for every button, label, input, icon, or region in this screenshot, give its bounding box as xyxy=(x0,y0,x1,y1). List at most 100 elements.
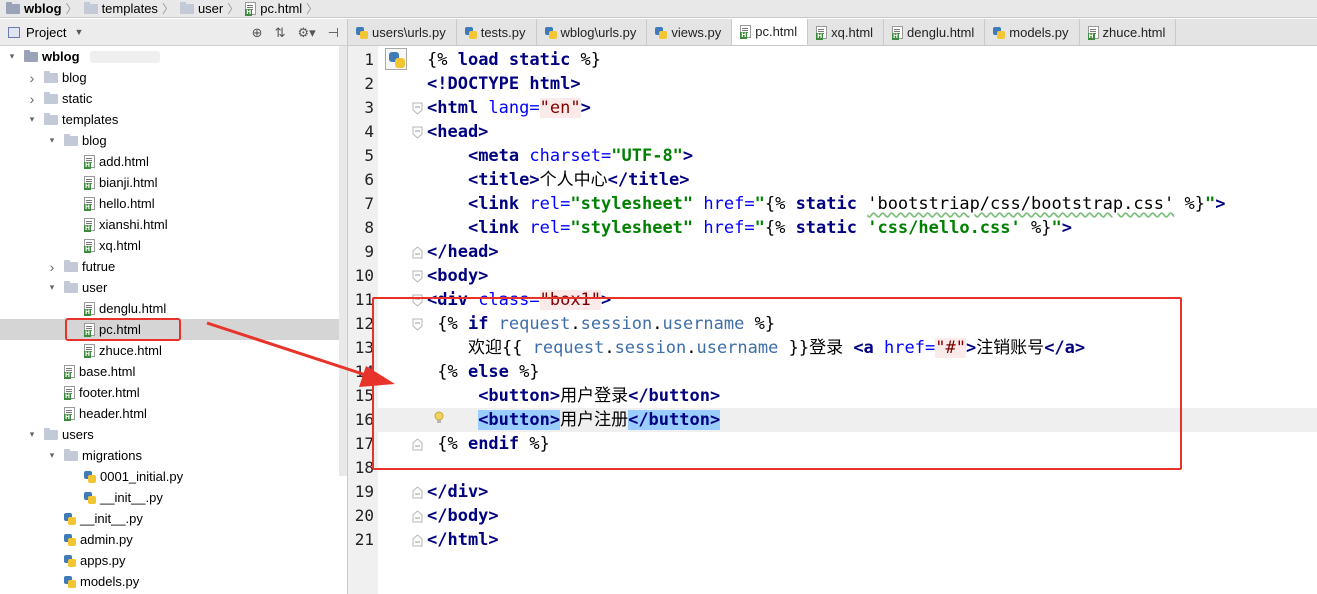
chevron-down-icon[interactable]: ▾ xyxy=(46,450,58,461)
code-token: "en" xyxy=(539,98,581,118)
tree-item[interactable]: zhuce.html xyxy=(0,340,347,361)
lightbulb-icon[interactable] xyxy=(434,411,444,425)
fold-open-icon[interactable] xyxy=(412,294,423,307)
editor-tab[interactable]: models.py xyxy=(985,19,1080,45)
tree-item[interactable]: ▾ wblog xyxy=(0,46,347,67)
tree-item[interactable]: models.py xyxy=(0,571,347,592)
fold-close-icon[interactable] xyxy=(412,438,423,451)
code-line[interactable]: 11 <div class="box1"> xyxy=(348,288,1317,312)
folder-icon xyxy=(179,1,194,14)
code-line[interactable]: 9 </head> xyxy=(348,240,1317,264)
code-line[interactable]: 16 <button>用户注册</button> xyxy=(348,408,1317,432)
editor-tab[interactable]: denglu.html xyxy=(884,19,986,45)
tree-item[interactable]: admin.py xyxy=(0,529,347,550)
code-line[interactable]: 5 <meta charset="UTF-8"> xyxy=(348,144,1317,168)
fold-open-icon[interactable] xyxy=(412,126,423,139)
gear-icon[interactable]: ⚙▾ xyxy=(297,25,315,41)
tree-item[interactable]: ▾ templates xyxy=(0,109,347,130)
tree-item[interactable]: › blog xyxy=(0,67,347,88)
folder-icon xyxy=(44,427,58,440)
chevron-down-icon[interactable]: ▾ xyxy=(6,51,18,62)
tree-item[interactable]: __init__.py xyxy=(0,508,347,529)
code-line[interactable]: 13 欢迎{{ request.session.username }}登录 <a… xyxy=(348,336,1317,360)
code-text: </div> xyxy=(427,480,488,504)
breadcrumb-item[interactable]: user 〉 xyxy=(179,0,245,18)
tree-item[interactable]: add.html xyxy=(0,151,347,172)
fold-close-icon[interactable] xyxy=(412,510,423,523)
code-line[interactable]: 19 </div> xyxy=(348,480,1317,504)
code-line[interactable]: 4 <head> xyxy=(348,120,1317,144)
tree-item[interactable]: footer.html xyxy=(0,382,347,403)
tree-item[interactable]: bianji.html xyxy=(0,172,347,193)
tree-item[interactable]: pc.html xyxy=(0,319,347,340)
tree-item[interactable]: hello.html xyxy=(0,193,347,214)
code-line[interactable]: 3 <html lang="en"> xyxy=(348,96,1317,120)
code-line[interactable]: 2 <!DOCTYPE html> xyxy=(348,72,1317,96)
editor-tab[interactable]: users\urls.py xyxy=(348,19,457,45)
tree-scrollbar[interactable] xyxy=(339,46,347,476)
target-icon[interactable]: ⊕ xyxy=(252,25,263,41)
fold-open-icon[interactable] xyxy=(412,270,423,283)
chevron-right-icon[interactable]: › xyxy=(26,91,38,107)
tree-item[interactable]: › futrue xyxy=(0,256,347,277)
tree-item[interactable]: xianshi.html xyxy=(0,214,347,235)
tree-item[interactable]: denglu.html xyxy=(0,298,347,319)
python-file-icon xyxy=(356,26,368,39)
tree-item-label: bianji.html xyxy=(99,175,158,190)
chevron-down-icon[interactable]: ▼ xyxy=(74,27,83,37)
code-line[interactable]: 6 <title>个人中心</title> xyxy=(348,168,1317,192)
fold-open-icon[interactable] xyxy=(412,102,423,115)
chevron-down-icon[interactable]: ▾ xyxy=(46,282,58,293)
tree-item[interactable]: ▾ blog xyxy=(0,130,347,151)
tree-item[interactable]: xq.html xyxy=(0,235,347,256)
editor-tab[interactable]: wblog\urls.py xyxy=(537,19,648,45)
tree-item[interactable]: header.html xyxy=(0,403,347,424)
fold-open-icon[interactable] xyxy=(412,318,423,331)
chevron-down-icon[interactable]: ▾ xyxy=(46,135,58,146)
chevron-down-icon[interactable]: ▾ xyxy=(26,429,38,440)
code-line[interactable]: 14 {% else %} xyxy=(348,360,1317,384)
code-token: rel= xyxy=(529,194,571,214)
code-line[interactable]: 7 <link rel="stylesheet" href="{% static… xyxy=(348,192,1317,216)
project-title[interactable]: Project xyxy=(26,25,66,40)
breadcrumb-item[interactable]: wblog 〉 xyxy=(6,0,84,18)
tree-item[interactable]: ▾ migrations xyxy=(0,445,347,466)
code-line[interactable]: 20 </body> xyxy=(348,504,1317,528)
code-line[interactable]: 12 {% if request.session.username %} xyxy=(348,312,1317,336)
tree-item[interactable]: 0001_initial.py xyxy=(0,466,347,487)
tree-item[interactable]: __init__.py xyxy=(0,487,347,508)
tree-item[interactable]: apps.py xyxy=(0,550,347,571)
fold-close-icon[interactable] xyxy=(412,486,423,499)
breadcrumb-item[interactable]: templates 〉 xyxy=(83,0,180,18)
code-line[interactable]: 1 {% load static %} xyxy=(348,48,1317,72)
code-line[interactable]: 21 </html> xyxy=(348,528,1317,552)
code-token: . xyxy=(604,338,615,358)
code-token: 用户注册 xyxy=(560,410,629,430)
editor-tab[interactable]: views.py xyxy=(647,19,733,45)
code-token: }}登录 xyxy=(778,338,854,358)
breadcrumb-item[interactable]: pc.html〉 xyxy=(245,0,324,18)
editor-tab[interactable]: tests.py xyxy=(457,19,537,45)
code-line[interactable]: 17 {% endif %} xyxy=(348,432,1317,456)
code-line[interactable]: 15 <button>用户登录</button> xyxy=(348,384,1317,408)
code-token: html xyxy=(529,74,571,94)
hide-icon[interactable]: ⊣ xyxy=(328,25,339,41)
code-token: %} xyxy=(1020,218,1052,238)
fold-close-icon[interactable] xyxy=(412,534,423,547)
chevron-down-icon[interactable]: ▾ xyxy=(26,114,38,125)
tree-item[interactable]: › static xyxy=(0,88,347,109)
code-line[interactable]: 18 xyxy=(348,456,1317,480)
chevron-right-icon[interactable]: › xyxy=(46,259,58,275)
fold-close-icon[interactable] xyxy=(412,246,423,259)
chevron-right-icon[interactable]: › xyxy=(26,70,38,86)
collapse-icon[interactable]: ⇅ xyxy=(275,25,286,41)
editor-tab[interactable]: zhuce.html xyxy=(1080,19,1177,45)
code-line[interactable]: 8 <link rel="stylesheet" href="{% static… xyxy=(348,216,1317,240)
code-line[interactable]: 10 <body> xyxy=(348,264,1317,288)
tree-item[interactable]: ▾ user xyxy=(0,277,347,298)
tree-item[interactable]: base.html xyxy=(0,361,347,382)
tree-item[interactable]: ▾ users xyxy=(0,424,347,445)
editor-tab[interactable]: pc.html xyxy=(732,19,809,45)
code-editor[interactable]: 1 {% load static %} 2 <!DOCTYPE html> 3 <html… xyxy=(348,46,1317,594)
editor-tab[interactable]: xq.html xyxy=(808,19,885,45)
